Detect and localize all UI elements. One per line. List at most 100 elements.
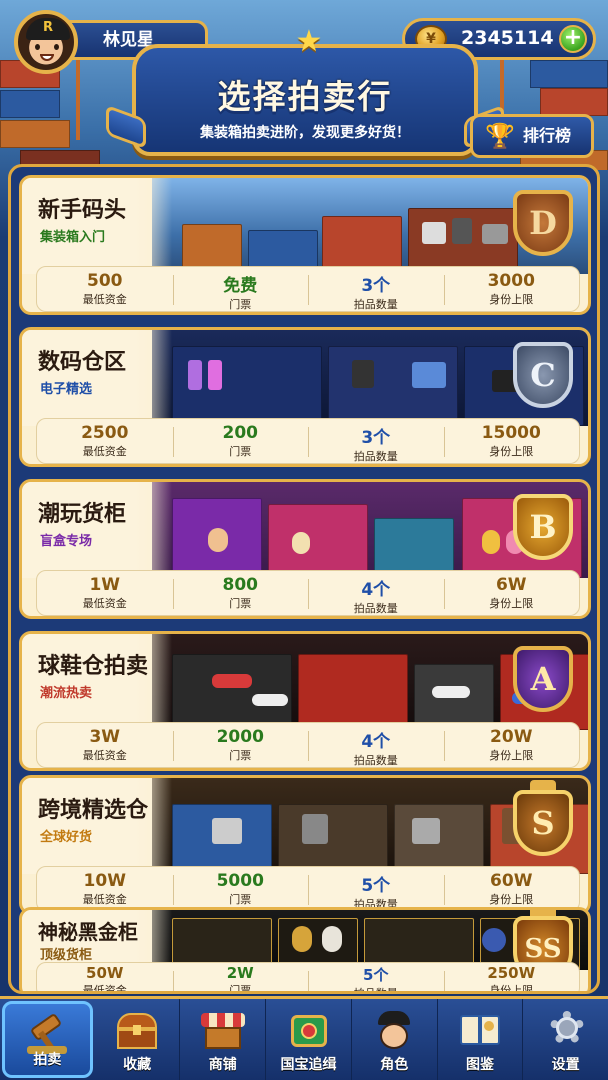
stat-label: 门票 <box>229 984 252 994</box>
stat-label: 身份上限 <box>489 749 534 762</box>
house-name: 新手码头 <box>38 198 127 223</box>
nav-settings[interactable]: 设置 <box>523 999 608 1080</box>
house-tag: 顶级货柜 <box>40 948 93 963</box>
auction-house-card[interactable]: 球鞋仓拍卖 潮流热卖 A 3W 最低资金 2000 门票 4个 拍品数量 20W 身份上… <box>19 631 591 771</box>
nav-codex[interactable]: 图鉴 <box>438 999 524 1080</box>
stat-ticket: 200 <box>222 423 259 443</box>
add-currency-button[interactable]: + <box>559 25 587 53</box>
nav-label: 设置 <box>551 1057 580 1073</box>
card-label-plate: 数码仓区 电子精选 <box>22 330 172 426</box>
book-icon <box>456 1007 504 1051</box>
auction-house-card[interactable]: 新手码头 集装箱入门 D 500 最低资金 免费 门票 3个 拍品数量 3000 身份上… <box>19 175 591 315</box>
stat-identity-cap: 6W <box>495 575 527 595</box>
stat-identity-cap: 3000 <box>487 271 535 291</box>
stat-label: 最低资金 <box>82 984 127 994</box>
house-tag: 电子精选 <box>40 382 93 397</box>
house-name: 神秘黑金柜 <box>38 920 138 944</box>
stat-items: 3个 <box>361 428 391 448</box>
house-name: 潮玩货柜 <box>38 502 127 527</box>
stat-min-funds: 2500 <box>81 423 129 443</box>
nav-label: 国宝追缉 <box>280 1057 337 1073</box>
page-subtitle: 集装箱拍卖进阶，发现更多好货！ <box>200 125 410 141</box>
stat-label: 门票 <box>229 597 252 610</box>
player-avatar[interactable]: R <box>14 10 78 74</box>
stat-items: 5个 <box>361 876 391 896</box>
auction-house-card[interactable]: 潮玩货柜 盲盒专场 B 1W 最低资金 800 门票 4个 拍品数量 6W 身份上限 <box>19 479 591 619</box>
auction-house-card[interactable]: 数码仓区 电子精选 C 2500 最低资金 200 门票 3个 拍品数量 15000 身… <box>19 327 591 467</box>
grade-letter: C <box>513 342 573 408</box>
stat-ticket: 2W <box>226 964 254 982</box>
leaderboard-button[interactable]: 🏆 排行榜 <box>470 114 594 158</box>
auction-house-card[interactable]: 跨境精选仓 全球好货 S 10W 最低资金 5000 门票 5个 拍品数量 60W 身份… <box>19 775 591 915</box>
stat-label: 门票 <box>229 893 252 906</box>
currency-amount: 2345114 <box>461 27 554 49</box>
house-name: 跨境精选仓 <box>38 798 149 823</box>
card-label-plate: 球鞋仓拍卖 潮流热卖 <box>22 634 172 730</box>
stat-label: 最低资金 <box>82 749 127 762</box>
stat-min-funds: 500 <box>87 271 123 291</box>
stat-label: 身份上限 <box>489 984 534 994</box>
house-stats: 50W 最低资金 2W 门票 5个拍品数量 250W 身份上限 <box>36 962 580 994</box>
stat-min-funds: 50W <box>86 964 124 982</box>
house-tag: 全球好货 <box>40 830 93 845</box>
grade-badge: C <box>508 338 578 416</box>
house-name: 数码仓区 <box>38 350 127 375</box>
house-stats: 1W 最低资金 800 门票 4个 拍品数量 6W 身份上限 <box>36 570 580 616</box>
nav-auction[interactable]: 拍卖 <box>2 1001 93 1078</box>
shop-icon <box>199 1007 247 1051</box>
nav-treasure-hunt[interactable]: 国宝追缉 <box>266 999 352 1080</box>
stat-label: 门票 <box>229 298 252 311</box>
grade-letter: D <box>513 190 573 256</box>
stat-identity-cap: 60W <box>490 871 533 891</box>
avatar-face <box>32 44 62 61</box>
stat-label: 拍品数量 <box>353 298 398 311</box>
stat-label: 最低资金 <box>82 445 127 458</box>
nav-label: 商铺 <box>208 1057 237 1073</box>
stat-min-funds: 10W <box>83 871 126 891</box>
stat-label: 身份上限 <box>489 293 534 306</box>
stat-ticket: 800 <box>222 575 259 595</box>
stat-label: 门票 <box>229 749 252 762</box>
nav-label: 图鉴 <box>465 1057 494 1073</box>
house-tag: 潮流热卖 <box>40 686 93 701</box>
stat-items: 3个 <box>361 276 391 296</box>
nav-character[interactable]: 角色 <box>352 999 438 1080</box>
stat-ticket: 2000 <box>216 727 264 747</box>
nav-collection[interactable]: 收藏 <box>95 999 181 1080</box>
stat-items: 5个 <box>363 966 389 984</box>
grade-badge: B <box>508 490 578 568</box>
card-label-plate: 潮玩货柜 盲盒专场 <box>22 482 172 578</box>
house-stats: 2500 最低资金 200 门票 3个 拍品数量 15000 身份上限 <box>36 418 580 464</box>
house-name: 球鞋仓拍卖 <box>38 654 149 679</box>
stat-ticket: 免费 <box>223 276 258 296</box>
auction-house-card[interactable]: 神秘黑金柜 顶级货柜 SS 50W 最低资金 2W 门票 5个 拍品数量 250W 身份… <box>19 907 591 994</box>
stat-ticket: 5000 <box>216 871 264 891</box>
grade-badge: A <box>508 642 578 720</box>
stat-identity-cap: 15000 <box>481 423 541 443</box>
stat-label: 拍品数量 <box>353 602 398 615</box>
house-stats: 10W 最低资金 5000 门票 5个 拍品数量 60W 身份上限 <box>36 866 580 912</box>
stat-label: 最低资金 <box>82 597 127 610</box>
leaderboard-label: 排行榜 <box>523 126 572 145</box>
bottom-nav: 拍卖 收藏 商铺 国宝追缉 角色 图鉴 设置 <box>0 996 608 1080</box>
stat-label: 身份上限 <box>489 445 534 458</box>
house-stats: 3W 最低资金 2000 门票 4个 拍品数量 20W 身份上限 <box>36 722 580 768</box>
nav-shop[interactable]: 商铺 <box>180 999 267 1080</box>
stat-identity-cap: 250W <box>487 964 536 982</box>
scroll-map-icon <box>285 1007 333 1051</box>
house-stats: 500 最低资金 免费 门票 3个 拍品数量 3000 身份上限 <box>36 266 580 312</box>
card-label-plate: 神秘黑金柜 顶级货柜 <box>22 910 172 970</box>
grade-letter: A <box>513 646 573 712</box>
house-tag: 集装箱入门 <box>40 230 106 245</box>
stat-items: 4个 <box>361 580 391 600</box>
stat-label: 最低资金 <box>82 893 127 906</box>
grade-letter: B <box>513 494 573 560</box>
auction-house-list[interactable]: 新手码头 集装箱入门 D 500 最低资金 免费 门票 3个 拍品数量 3000 身份上… <box>8 164 600 994</box>
stat-label: 拍品数量 <box>353 754 398 767</box>
stat-items: 4个 <box>361 732 391 752</box>
card-label-plate: 跨境精选仓 全球好货 <box>22 778 172 874</box>
avatar-cap-letter: R <box>26 18 70 40</box>
star-icon: ★ <box>295 24 323 59</box>
nav-label: 拍卖 <box>33 1052 62 1068</box>
stat-label: 拍品数量 <box>353 987 398 994</box>
